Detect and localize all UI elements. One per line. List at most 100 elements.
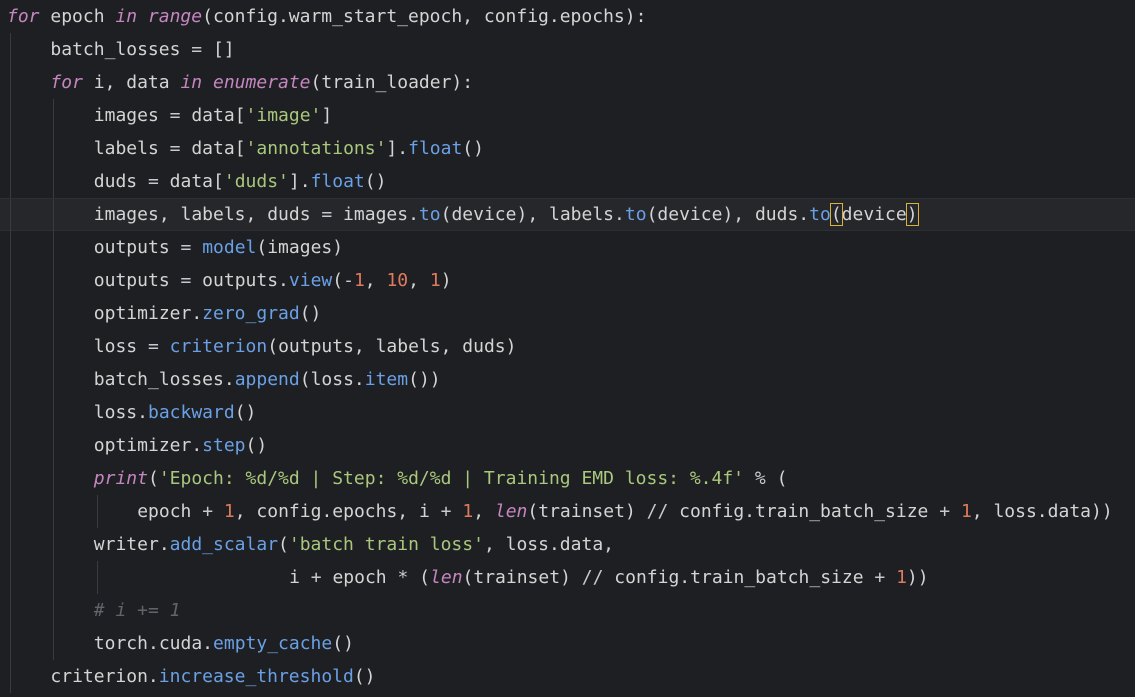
indent-guide bbox=[10, 462, 11, 495]
code-token: float bbox=[310, 171, 365, 192]
code-line[interactable]: i + epoch * (len(trainset) // config.tra… bbox=[0, 561, 1135, 594]
code-token: * bbox=[397, 567, 409, 588]
code-line[interactable]: batch_losses.append(loss.item()) bbox=[0, 363, 1135, 396]
indent-guide bbox=[53, 231, 55, 264]
indent-guide bbox=[10, 495, 11, 528]
code-line[interactable]: # i += 1 bbox=[0, 594, 1135, 627]
indent-guide bbox=[53, 627, 55, 660]
code-token: device bbox=[451, 204, 517, 225]
code-line[interactable]: for epoch in range(config.warm_start_epo… bbox=[0, 0, 1135, 33]
code-token: 1 bbox=[462, 501, 474, 522]
code-token: - bbox=[343, 270, 354, 291]
code-token: batch_losses bbox=[50, 39, 192, 60]
code-line[interactable]: loss.backward() bbox=[0, 396, 1135, 429]
code-token: , bbox=[473, 501, 495, 522]
code-token: () bbox=[234, 402, 257, 423]
code-token: )) bbox=[906, 567, 929, 588]
code-token: ) bbox=[440, 270, 452, 291]
code-line[interactable]: labels = data['annotations'].float() bbox=[0, 132, 1135, 165]
code-line[interactable]: for i, data in enumerate(train_loader): bbox=[0, 66, 1135, 99]
code-token: optimizer. bbox=[93, 303, 203, 324]
code-token: ( bbox=[256, 237, 268, 258]
code-token: trainset bbox=[538, 501, 625, 522]
code-token: + bbox=[310, 567, 322, 588]
code-text: writer.add_scalar('batch train loss', lo… bbox=[94, 528, 614, 561]
code-token: [ bbox=[234, 105, 246, 126]
code-line[interactable]: optimizer.step() bbox=[0, 429, 1135, 462]
code-token: ( bbox=[278, 534, 289, 555]
code-token: () bbox=[299, 303, 322, 324]
code-line[interactable]: duds = data['duds'].float() bbox=[0, 165, 1135, 198]
code-text: # i += 1 bbox=[94, 594, 181, 627]
code-line[interactable]: print('Epoch: %d/%d | Step: %d/%d | Trai… bbox=[0, 462, 1135, 495]
indent-guide bbox=[10, 66, 11, 99]
code-token: images. bbox=[332, 204, 419, 225]
code-token: , bbox=[408, 270, 430, 291]
code-token: backward bbox=[147, 402, 235, 423]
code-token: , bbox=[364, 270, 387, 291]
indent-guide bbox=[53, 199, 55, 232]
code-token: [ bbox=[213, 171, 224, 192]
code-token: print bbox=[93, 468, 148, 489]
code-editor[interactable]: for epoch in range(config.warm_start_epo… bbox=[0, 0, 1135, 697]
code-token: = bbox=[147, 336, 159, 357]
indent-guide bbox=[10, 594, 11, 627]
code-token: + bbox=[874, 567, 886, 588]
indent-guide bbox=[53, 462, 55, 495]
code-text: epoch + 1, config.epochs, i + 1, len(tra… bbox=[137, 495, 1113, 528]
code-token: labels bbox=[93, 138, 170, 159]
indent-guide bbox=[53, 330, 55, 363]
indent-guide bbox=[10, 99, 11, 132]
code-token: ( bbox=[776, 468, 788, 489]
indent-guide bbox=[10, 363, 11, 396]
code-token: () bbox=[364, 171, 387, 192]
code-token: ( bbox=[646, 204, 658, 225]
code-token: ( bbox=[332, 270, 344, 291]
code-token: epoch bbox=[321, 567, 398, 588]
code-line[interactable]: outputs = model(images) bbox=[0, 231, 1135, 264]
code-text: loss.backward() bbox=[94, 396, 257, 429]
code-token: 'duds' bbox=[223, 171, 289, 192]
code-token: , loss.data bbox=[971, 501, 1091, 522]
code-token: float bbox=[408, 138, 463, 159]
code-token: i, data bbox=[82, 72, 181, 93]
indent-guide bbox=[10, 396, 11, 429]
code-line[interactable]: criterion.increase_threshold() bbox=[0, 660, 1135, 693]
code-line[interactable]: images = data['image'] bbox=[0, 99, 1135, 132]
code-text: labels = data['annotations'].float() bbox=[94, 132, 484, 165]
code-token: = bbox=[180, 270, 192, 291]
code-token: to bbox=[418, 204, 441, 225]
code-line[interactable]: epoch + 1, config.epochs, i + 1, len(tra… bbox=[0, 495, 1135, 528]
code-token: images, labels, duds bbox=[93, 204, 322, 225]
code-line[interactable]: outputs = outputs.view(-1, 10, 1) bbox=[0, 264, 1135, 297]
code-line[interactable]: writer.add_scalar('batch train loss', lo… bbox=[0, 528, 1135, 561]
code-token: to bbox=[809, 204, 831, 225]
code-text: batch_losses.append(loss.item()) bbox=[94, 363, 441, 396]
code-text: optimizer.zero_grad() bbox=[94, 297, 322, 330]
code-token: config.warm_start_epoch, config.epochs bbox=[212, 6, 625, 27]
code-line[interactable]: images, labels, duds = images.to(device)… bbox=[0, 198, 1135, 232]
code-token: duds bbox=[93, 171, 148, 192]
code-token: outputs bbox=[93, 237, 181, 258]
code-token: add_scalar bbox=[169, 534, 279, 555]
code-token: , config.epochs, i bbox=[234, 501, 441, 522]
code-token: config.train_batch_size bbox=[668, 501, 940, 522]
code-token: in bbox=[180, 72, 203, 93]
indent-guide bbox=[53, 561, 55, 594]
code-line[interactable]: torch.cuda.empty_cache() bbox=[0, 627, 1135, 660]
code-token: for bbox=[7, 6, 40, 27]
code-text: images = data['image'] bbox=[94, 99, 332, 132]
code-text: for i, data in enumerate(train_loader): bbox=[50, 66, 473, 99]
code-token: for bbox=[50, 72, 83, 93]
code-line[interactable]: batch_losses = [] bbox=[0, 33, 1135, 66]
code-token: append bbox=[234, 369, 300, 390]
indent-guide bbox=[10, 231, 11, 264]
code-token: ) bbox=[722, 204, 734, 225]
indent-guide bbox=[10, 264, 11, 297]
indent-guide bbox=[10, 199, 11, 232]
code-line[interactable]: loss = criterion(outputs, labels, duds) bbox=[0, 330, 1135, 363]
code-line[interactable]: optimizer.zero_grad() bbox=[0, 297, 1135, 330]
